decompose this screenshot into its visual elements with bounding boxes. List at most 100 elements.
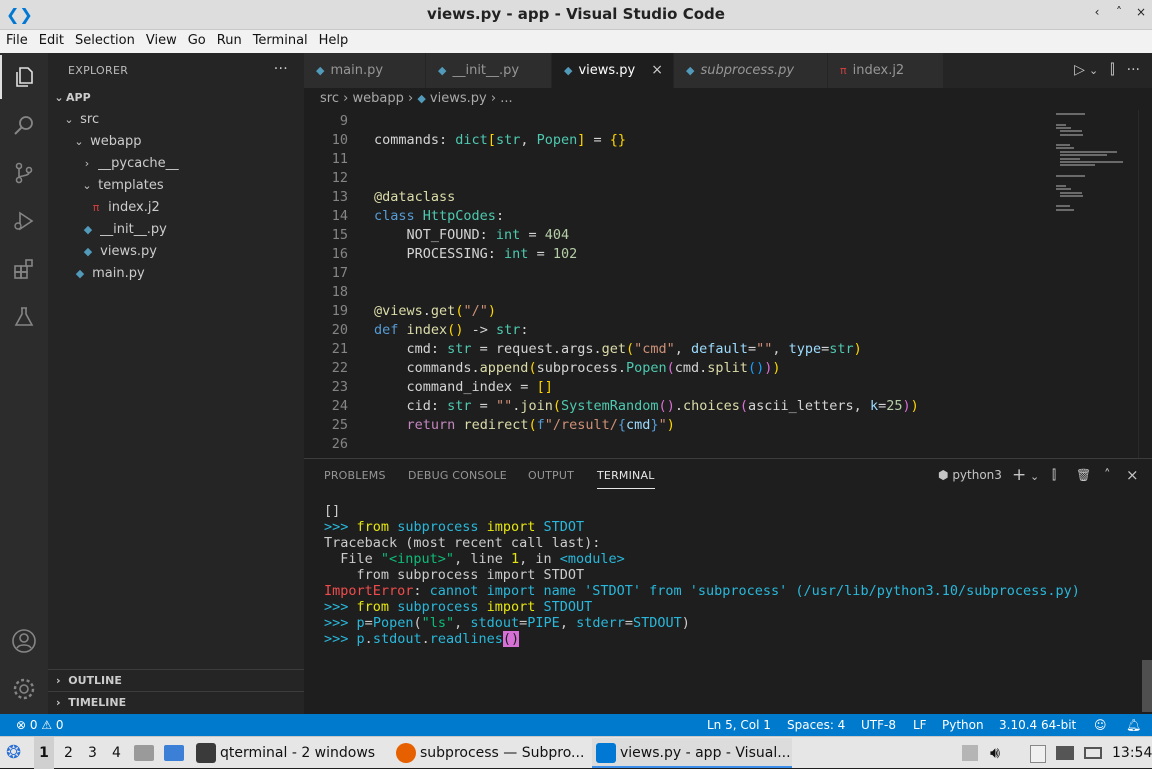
close-tab-icon[interactable]: × <box>651 53 663 88</box>
timeline-section[interactable]: › TIMELINE <box>48 691 304 713</box>
minimap-line <box>1056 205 1071 208</box>
terminal-dropdown-icon[interactable]: ⌄ <box>1030 470 1039 483</box>
line-number: 20 <box>331 322 348 338</box>
tree-folder-webapp[interactable]: ⌄ webapp <box>48 131 304 153</box>
minimap[interactable] <box>1056 110 1138 211</box>
extensions-icon[interactable] <box>0 247 48 291</box>
eject-icon[interactable] <box>962 745 978 761</box>
split-terminal-icon[interactable]: ⫿ <box>1052 468 1056 483</box>
breadcrumb-separator: › <box>343 91 349 106</box>
menu-edit[interactable]: Edit <box>33 30 69 48</box>
breadcrumb-webapp[interactable]: webapp <box>352 91 403 106</box>
run-debug-icon[interactable] <box>0 199 48 243</box>
menu-run[interactable]: Run <box>211 30 247 48</box>
close-window-button[interactable]: × <box>1132 5 1150 19</box>
problems-status[interactable]: ⊗ 0 ⚠ 0 <box>16 714 64 736</box>
tree-file-main-py[interactable]: ◆ main.py <box>48 263 304 285</box>
tab-debug-console[interactable]: DEBUG CONSOLE <box>408 469 507 482</box>
code-text: commands.append(subprocess.Popen(cmd.spl… <box>374 360 781 376</box>
account-icon[interactable] <box>0 619 48 663</box>
workspace-3[interactable]: 3 <box>88 737 97 769</box>
outline-section[interactable]: › OUTLINE <box>48 669 304 691</box>
menu-terminal[interactable]: Terminal <box>247 30 313 48</box>
clipboard-icon[interactable] <box>1030 745 1046 763</box>
maximize-panel-icon[interactable]: ˄ <box>1104 468 1111 483</box>
indentation[interactable]: Spaces: 4 <box>787 714 845 736</box>
files-icon[interactable] <box>0 55 48 99</box>
task-firefox[interactable]: subprocess — Subpro... <box>392 738 590 768</box>
menu-help[interactable]: Help <box>313 30 354 48</box>
split-editor-icon[interactable]: ⫿ <box>1110 62 1114 78</box>
search-icon[interactable] <box>0 103 48 147</box>
tab-views-py[interactable]: ◆ views.py × <box>552 53 674 88</box>
python-file-icon: ◆ <box>438 64 447 77</box>
jinja-file-icon: π <box>840 64 847 77</box>
network-icon[interactable] <box>1056 746 1074 760</box>
more-actions-icon[interactable]: ··· <box>1127 62 1140 78</box>
trash-icon[interactable]: 🗑 <box>1076 468 1091 482</box>
tab-main-py[interactable]: ◆ main.py <box>304 53 426 88</box>
run-file-icon[interactable]: ▷ <box>1074 62 1085 78</box>
terminal-output[interactable]: [] >>> from subprocess import STDOT Traceb… <box>324 503 1080 647</box>
tab-subprocess-py[interactable]: ◆ subprocess.py <box>674 53 828 88</box>
tree-file-init-py[interactable]: ◆ __init__.py <box>48 219 304 241</box>
code-text: NOT_FOUND: int = 404 <box>374 227 570 243</box>
new-terminal-icon[interactable]: + <box>1012 465 1026 485</box>
settings-icon[interactable] <box>0 667 48 711</box>
terminal-shell-selector[interactable]: ⬢ python3 <box>938 468 1002 482</box>
breadcrumb-src[interactable]: src <box>320 91 339 106</box>
minimize-button[interactable]: ‹ <box>1088 5 1106 19</box>
tree-folder-templates[interactable]: ⌄ templates <box>48 175 304 197</box>
source-control-icon[interactable] <box>0 151 48 195</box>
cursor-position[interactable]: Ln 5, Col 1 <box>707 714 771 736</box>
firefox-icon <box>396 743 416 763</box>
app-menu-icon[interactable]: ❂ <box>6 737 21 769</box>
terminal-line: >>> from subprocess import STDOT <box>324 519 585 535</box>
line-ending[interactable]: LF <box>913 714 927 736</box>
bell-icon[interactable]: 🔔︎ <box>1126 714 1141 736</box>
tab-index-j2[interactable]: π index.j2 <box>828 53 944 88</box>
show-desktop-icon[interactable] <box>164 745 184 761</box>
tab-init-py[interactable]: ◆ __init__.py <box>426 53 552 88</box>
workspace-1[interactable]: 1 <box>34 737 54 769</box>
task-vscode[interactable]: views.py - app - Visual... <box>592 738 792 768</box>
minimap-line <box>1059 164 1095 167</box>
terminal-scrollbar[interactable] <box>1142 660 1152 712</box>
os-taskbar: ❂ 1 2 3 4 qterminal - 2 windows subproce… <box>0 736 1152 769</box>
volume-icon[interactable]: 🔊︎ <box>990 737 1000 769</box>
language-mode[interactable]: Python <box>942 714 984 736</box>
more-actions-icon[interactable]: ··· <box>274 61 288 77</box>
line-number: 16 <box>331 246 348 262</box>
battery-icon[interactable] <box>1084 747 1102 759</box>
tab-output[interactable]: OUTPUT <box>528 469 574 482</box>
editor-scrollbar[interactable] <box>1138 110 1152 458</box>
tree-folder-pycache[interactable]: › __pycache__ <box>48 153 304 175</box>
menu-file[interactable]: File <box>0 30 33 48</box>
tab-problems[interactable]: PROBLEMS <box>324 469 386 482</box>
workspace-root[interactable]: ⌄ APP <box>48 87 304 109</box>
breadcrumb-views-py[interactable]: views.py <box>430 91 487 106</box>
testing-icon[interactable] <box>0 295 48 339</box>
menu-view[interactable]: View <box>140 30 182 48</box>
tree-file-index-j2[interactable]: π index.j2 <box>48 197 304 219</box>
minimap-line <box>1056 127 1072 129</box>
tree-folder-src[interactable]: ⌄ src <box>48 109 304 131</box>
workspace-4[interactable]: 4 <box>112 737 121 769</box>
python-interpreter[interactable]: 3.10.4 64-bit <box>999 714 1076 736</box>
feedback-icon[interactable]: ☺ <box>1094 714 1107 736</box>
run-dropdown-icon[interactable]: ⌄ <box>1089 64 1098 77</box>
task-qterminal[interactable]: qterminal - 2 windows <box>192 738 390 768</box>
code-editor[interactable]: 9 10 commands: dict[str, Popen] = {} 11 12 13… <box>304 110 1152 458</box>
menu-go[interactable]: Go <box>182 30 211 48</box>
file-manager-icon[interactable] <box>134 745 154 761</box>
tab-terminal[interactable]: TERMINAL <box>597 469 655 489</box>
tree-file-views-py[interactable]: ◆ views.py <box>48 241 304 263</box>
menu-selection[interactable]: Selection <box>69 30 140 48</box>
close-panel-icon[interactable]: × <box>1126 466 1139 484</box>
maximize-button[interactable]: ˄ <box>1110 5 1128 19</box>
terminal-line: from subprocess import STDOT <box>324 567 585 583</box>
minimap-line <box>1056 147 1075 150</box>
encoding[interactable]: UTF-8 <box>861 714 896 736</box>
breadcrumb-symbol[interactable]: ... <box>500 91 512 106</box>
workspace-2[interactable]: 2 <box>64 737 73 769</box>
